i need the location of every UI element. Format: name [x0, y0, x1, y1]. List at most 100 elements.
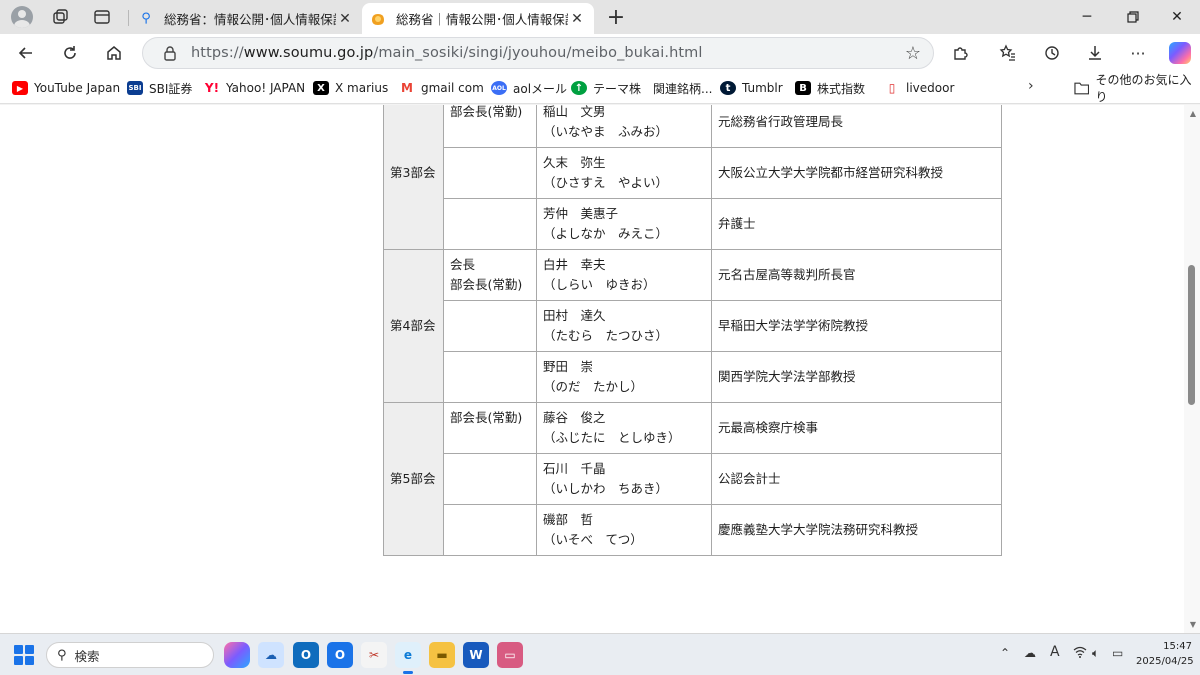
- edge-app-icon[interactable]: e: [395, 642, 421, 674]
- name-cell: 野田 崇（のだ たかし）: [536, 351, 712, 403]
- scrollbar[interactable]: ▲ ▼: [1184, 105, 1200, 633]
- scroll-up-icon[interactable]: ▲: [1190, 109, 1196, 118]
- taskbar: ⚲ 検索 ☁ O O ✂ e ▬ W ▭ ⌃ ☁ A 🔈︎ ▭ 15:47 20…: [0, 633, 1200, 675]
- career-cell: 元名古屋高等裁判所長官: [711, 249, 1002, 301]
- table-row: 石川 千晶 （いしかわ ちあき） 公認会計士: [384, 453, 1002, 505]
- favorite-x[interactable]: XX marius: [313, 78, 388, 98]
- bukai-cell: 第3部会: [383, 105, 444, 250]
- profile-avatar-icon[interactable]: [8, 4, 36, 30]
- wifi-icon[interactable]: [1073, 646, 1087, 661]
- table-row: 第5部会 部会長(常勤) 藤谷 俊之 （ふじたに としゆき） 元最高検察庁検事: [383, 402, 1002, 556]
- favorite-sbi[interactable]: SBI SBI証券: [127, 78, 192, 98]
- tab-strip: ⚲ 総務省：情報公開･個人情報保護審査会 ✕ 総務省｜情報公開･個人情報保護審査…: [0, 0, 1200, 34]
- favorite-yahoo[interactable]: Y! Yahoo! JAPAN: [204, 78, 305, 98]
- search-icon: ⚲: [57, 647, 67, 663]
- minimize-button[interactable]: ─: [1064, 0, 1110, 34]
- close-tab-icon[interactable]: ✕: [568, 11, 586, 27]
- chevron-right-icon[interactable]: ›: [1028, 78, 1034, 94]
- scroll-down-icon[interactable]: ▼: [1190, 620, 1196, 629]
- b-icon: B: [795, 81, 811, 95]
- soumu-favicon-icon: [370, 11, 386, 27]
- tab-1[interactable]: ⚲ 総務省：情報公開･個人情報保護審査会 ✕: [130, 3, 362, 34]
- bukai-cell: 第4部会: [383, 249, 444, 403]
- position-cell: [443, 453, 537, 505]
- career-cell: 元総務省行政管理局長: [711, 105, 1002, 148]
- clock[interactable]: 15:47 2025/04/25: [1136, 639, 1194, 669]
- name-cell: 久末 弥生 （ひさすえ やよい）: [536, 147, 712, 199]
- battery-icon[interactable]: ▭: [1112, 646, 1123, 660]
- yahoo-icon: Y!: [204, 81, 220, 95]
- close-window-button[interactable]: ✕: [1154, 0, 1200, 34]
- career-cell: 大阪公立大学大学院都市経営研究科教授: [711, 147, 1002, 199]
- refresh-icon[interactable]: [54, 38, 86, 68]
- name-cell: 稲山 文男 （いなやま ふみお）: [536, 105, 712, 148]
- bukai-cell: 第5部会: [383, 402, 444, 556]
- file-explorer-icon[interactable]: ▬: [429, 642, 455, 668]
- tab-2-active[interactable]: 総務省｜情報公開･個人情報保護審査会 ✕: [362, 3, 594, 34]
- toolbar: https://www.soumu.go.jp/main_sosiki/sing…: [0, 34, 1200, 72]
- aol-icon: AOL: [491, 81, 507, 95]
- name-cell: 磯部 哲（いそべ てつ）: [536, 504, 712, 556]
- name-cell: 藤谷 俊之 （ふじたに としゆき）: [536, 402, 712, 454]
- collections-icon[interactable]: [46, 4, 74, 30]
- position-cell: [443, 504, 537, 556]
- favorites-bar: ▶ YouTube Japan SBI SBI証券 Y! Yahoo! JAPAN X…: [0, 72, 1200, 104]
- url-text: https://www.soumu.go.jp/main_sosiki/sing…: [191, 45, 703, 61]
- maximize-button[interactable]: [1110, 0, 1156, 34]
- table-row: 久末 弥生 （ひさすえ やよい） 大阪公立大学大学院都市経営研究科教授: [384, 147, 1002, 199]
- vertical-tabs-icon[interactable]: [88, 4, 116, 30]
- copilot-icon[interactable]: [1164, 38, 1196, 68]
- clock-time: 15:47: [1163, 641, 1192, 652]
- more-options-icon[interactable]: ···: [1122, 38, 1154, 68]
- search-icon: ⚲: [141, 11, 151, 26]
- new-tab-button[interactable]: +: [602, 4, 630, 30]
- snipping-tool-icon[interactable]: ✂: [361, 642, 387, 668]
- copilot-app-icon[interactable]: [224, 642, 250, 668]
- favorites-icon[interactable]: [992, 38, 1024, 68]
- x-icon: X: [313, 81, 329, 95]
- favorite-star-icon[interactable]: ☆: [905, 43, 921, 64]
- address-bar[interactable]: https://www.soumu.go.jp/main_sosiki/sing…: [142, 37, 934, 69]
- outlook-new-app-icon[interactable]: O: [327, 642, 353, 668]
- windows-start-icon[interactable]: [14, 645, 34, 665]
- table-row: 田村 達久 （たむら たつひさ） 早稲田大学法学学術院教授: [384, 300, 1002, 352]
- favorite-theme[interactable]: ↑ テーマ株 関連銘柄...: [571, 78, 712, 98]
- career-cell: 慶應義塾大学大学院法務研究科教授: [711, 504, 1002, 556]
- search-label: 検索: [74, 648, 100, 664]
- home-icon[interactable]: [98, 38, 130, 68]
- taskbar-search[interactable]: ⚲ 検索: [46, 642, 214, 668]
- name-cell: 石川 千晶 （いしかわ ちあき）: [536, 453, 712, 505]
- tab-separator: [128, 10, 129, 26]
- ime-indicator[interactable]: A: [1050, 644, 1060, 660]
- chevron-up-icon[interactable]: ⌃: [1000, 646, 1010, 660]
- favorite-youtube[interactable]: ▶ YouTube Japan: [12, 78, 120, 98]
- extensions-icon[interactable]: [944, 38, 976, 68]
- tab-title: 総務省：情報公開･個人情報保護審査会: [164, 12, 336, 27]
- download-icon[interactable]: [1079, 38, 1111, 68]
- outlook-app-icon[interactable]: O: [293, 642, 319, 668]
- app-icon[interactable]: ▭: [497, 642, 523, 668]
- clock-date: 2025/04/25: [1136, 656, 1194, 667]
- close-tab-icon[interactable]: ✕: [336, 11, 354, 27]
- position-cell: 部会長(常勤): [443, 105, 537, 148]
- favorite-gmail[interactable]: Mgmail com: [399, 78, 484, 98]
- favorite-tumblr[interactable]: t Tumblr: [720, 78, 783, 98]
- tab-title: 総務省｜情報公開･個人情報保護審査会: [396, 12, 568, 27]
- weather-app-icon[interactable]: ☁: [258, 642, 284, 668]
- lock-icon[interactable]: [157, 45, 183, 61]
- word-app-icon[interactable]: W: [463, 642, 489, 668]
- favorite-aol[interactable]: AOL aolメール: [491, 78, 567, 98]
- volume-icon[interactable]: 🔈︎: [1092, 646, 1099, 661]
- onedrive-icon[interactable]: ☁: [1024, 646, 1036, 660]
- back-arrow-icon[interactable]: [10, 38, 42, 68]
- history-icon[interactable]: [1036, 38, 1068, 68]
- other-favorites[interactable]: その他のお気に入り: [1074, 73, 1200, 104]
- livedoor-icon: ▯: [888, 81, 896, 95]
- favorite-index[interactable]: B 株式指数: [795, 78, 865, 98]
- page-content: 寺田 麻佑（てらだ まゆ）一橋大学大学院ソーシャル･データサイエンス研究科教授第…: [0, 105, 1200, 633]
- gmail-icon: M: [401, 81, 413, 95]
- member-table: 寺田 麻佑（てらだ まゆ）一橋大学大学院ソーシャル･データサイエンス研究科教授第…: [383, 105, 1002, 556]
- theme-icon: ↑: [571, 81, 587, 95]
- favorite-livedoor[interactable]: ▯ livedoor: [884, 78, 955, 98]
- scrollbar-thumb[interactable]: [1188, 265, 1195, 405]
